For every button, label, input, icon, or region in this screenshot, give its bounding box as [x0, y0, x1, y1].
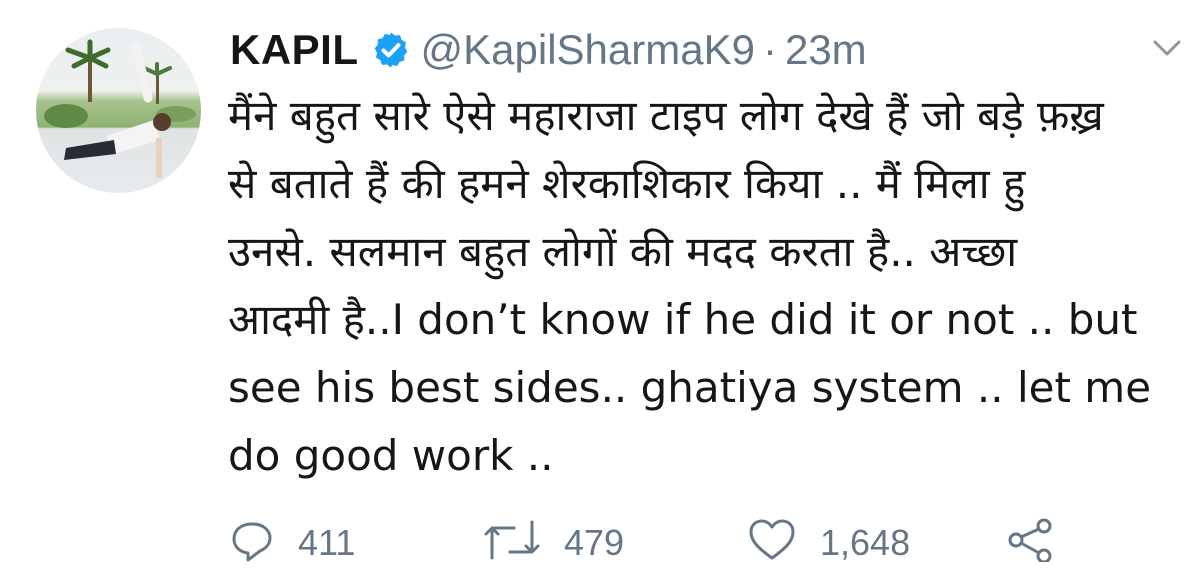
share-icon: [1008, 518, 1052, 562]
tweet-text: मैंने बहुत सारे ऐसे महाराजा टाइप लोग देख…: [228, 91, 1152, 480]
author-name[interactable]: KAPIL: [230, 26, 359, 74]
verified-badge-icon: [374, 32, 407, 68]
reply-button[interactable]: 411: [230, 518, 355, 564]
tweet-header: KAPIL @KapilSharmaK9 · 23m: [230, 20, 867, 80]
retweet-button[interactable]: 479: [484, 518, 624, 564]
tweet-timestamp[interactable]: 23m: [785, 26, 867, 74]
header-separator: ·: [762, 26, 777, 73]
like-button[interactable]: 1,648: [748, 518, 910, 564]
tweet-actions: 411 479 1,648: [230, 518, 1130, 568]
chevron-down-icon[interactable]: [1152, 38, 1182, 58]
avatar-photo: [44, 39, 196, 178]
share-button[interactable]: [1004, 518, 1054, 562]
author-handle[interactable]: @KapilSharmaK9: [421, 26, 755, 74]
avatar[interactable]: [36, 28, 201, 193]
heart-icon: [749, 519, 795, 560]
like-count: 1,648: [820, 522, 911, 563]
retweet-count: 479: [564, 522, 625, 563]
reply-count: 411: [298, 522, 356, 563]
reply-icon: [232, 522, 272, 562]
retweet-icon: [484, 520, 540, 560]
